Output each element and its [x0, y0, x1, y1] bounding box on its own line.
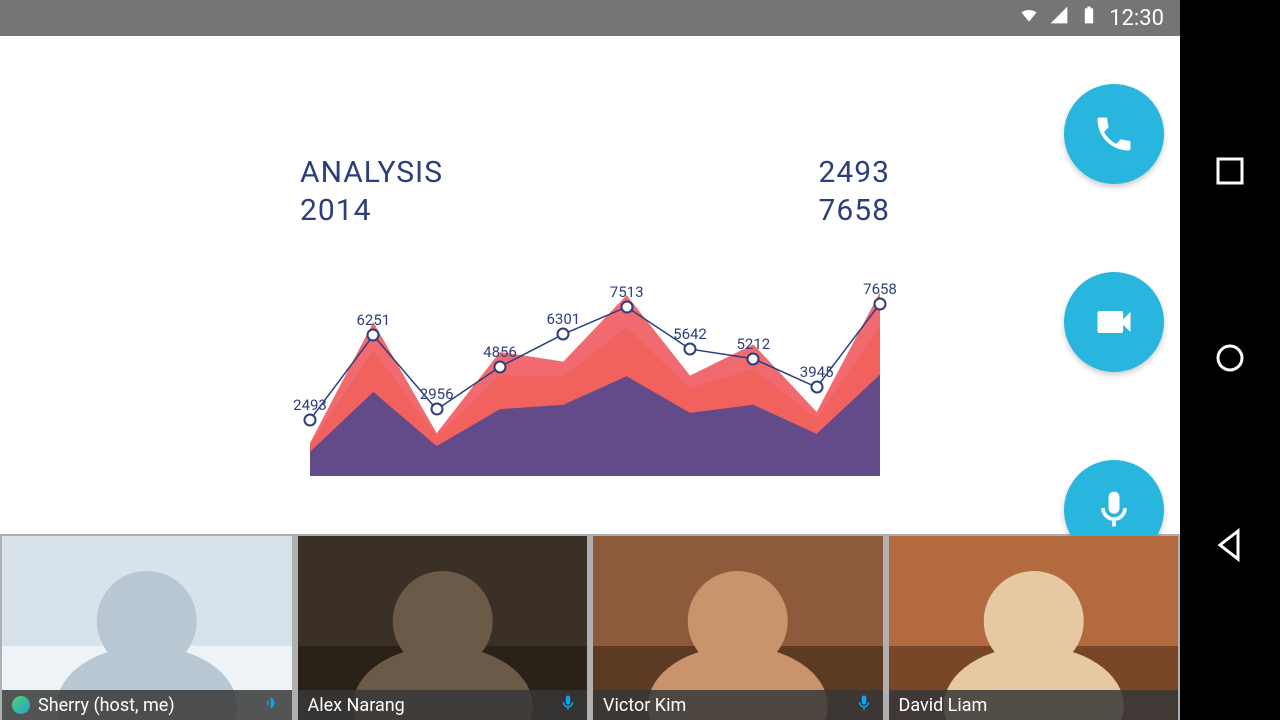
chart-point-label: 3945: [800, 363, 834, 381]
android-nav-bar: [1180, 0, 1280, 720]
participant-tile[interactable]: Sherry (host, me): [2, 536, 292, 720]
clock-text: 12:30: [1109, 6, 1164, 31]
phone-icon: [1092, 112, 1136, 156]
chart-point-label: 5642: [673, 325, 707, 343]
wifi-icon: [1019, 5, 1039, 31]
participant-name-bar: Sherry (host, me): [2, 690, 292, 720]
participant-name-bar: David Liam: [889, 690, 1179, 720]
analysis-chart: 2493625129564856630175135642521239457658: [300, 266, 890, 476]
phone-button[interactable]: [1064, 84, 1164, 184]
signal-icon: [1049, 5, 1069, 31]
headline-value-bottom: 7658: [819, 192, 890, 230]
participant-tile[interactable]: Alex Narang: [298, 536, 588, 720]
mic-on-icon: [855, 694, 873, 717]
mic-on-icon: [559, 694, 577, 717]
chart-title: ANALYSIS: [300, 154, 443, 192]
chart-point-label: 2956: [420, 385, 454, 403]
presence-icon: [12, 696, 30, 714]
participant-name-bar: Victor Kim: [593, 690, 883, 720]
mic-icon: [1092, 488, 1136, 532]
speaking-icon: [264, 694, 282, 717]
chart-point: [557, 328, 570, 341]
chart-point: [874, 297, 887, 310]
video-button[interactable]: [1064, 272, 1164, 372]
recents-button[interactable]: [1212, 153, 1248, 193]
back-button[interactable]: [1212, 527, 1248, 567]
chart-point: [304, 413, 317, 426]
participant-name: Sherry (host, me): [38, 695, 175, 716]
chart-point: [494, 360, 507, 373]
home-button[interactable]: [1212, 340, 1248, 380]
status-bar: 12:30: [0, 0, 1180, 36]
chart-point: [367, 329, 380, 342]
chart-point-label: 5212: [736, 335, 770, 353]
chart-point-label: 4856: [483, 343, 517, 361]
chart-point-label: 2493: [293, 396, 327, 414]
chart-point-label: 7658: [863, 280, 897, 298]
chart-point: [620, 300, 633, 313]
chart-point-label: 6301: [546, 310, 580, 328]
chart-point: [430, 403, 443, 416]
video-icon: [1092, 300, 1136, 344]
chart-point-label: 6251: [356, 311, 390, 329]
chart-point-label: 7513: [610, 283, 644, 301]
battery-icon: [1079, 5, 1099, 31]
participant-name: David Liam: [899, 695, 988, 716]
chart-point: [747, 352, 760, 365]
headline-value-top: 2493: [819, 154, 890, 192]
chart-subtitle: 2014: [300, 192, 443, 230]
participant-name: Alex Narang: [308, 695, 405, 716]
shared-screen: ANALYSIS 2014 2493 7658 2493 6251 2956 4856…: [0, 36, 1180, 534]
chart-point: [810, 381, 823, 394]
participant-tile[interactable]: Victor Kim: [593, 536, 883, 720]
chart-point: [684, 343, 697, 356]
participant-name-bar: Alex Narang: [298, 690, 588, 720]
participant-strip: Sherry (host, me) Alex Narang Victor Kim Da…: [0, 534, 1180, 720]
participant-name: Victor Kim: [603, 695, 686, 716]
participant-tile[interactable]: David Liam: [889, 536, 1179, 720]
